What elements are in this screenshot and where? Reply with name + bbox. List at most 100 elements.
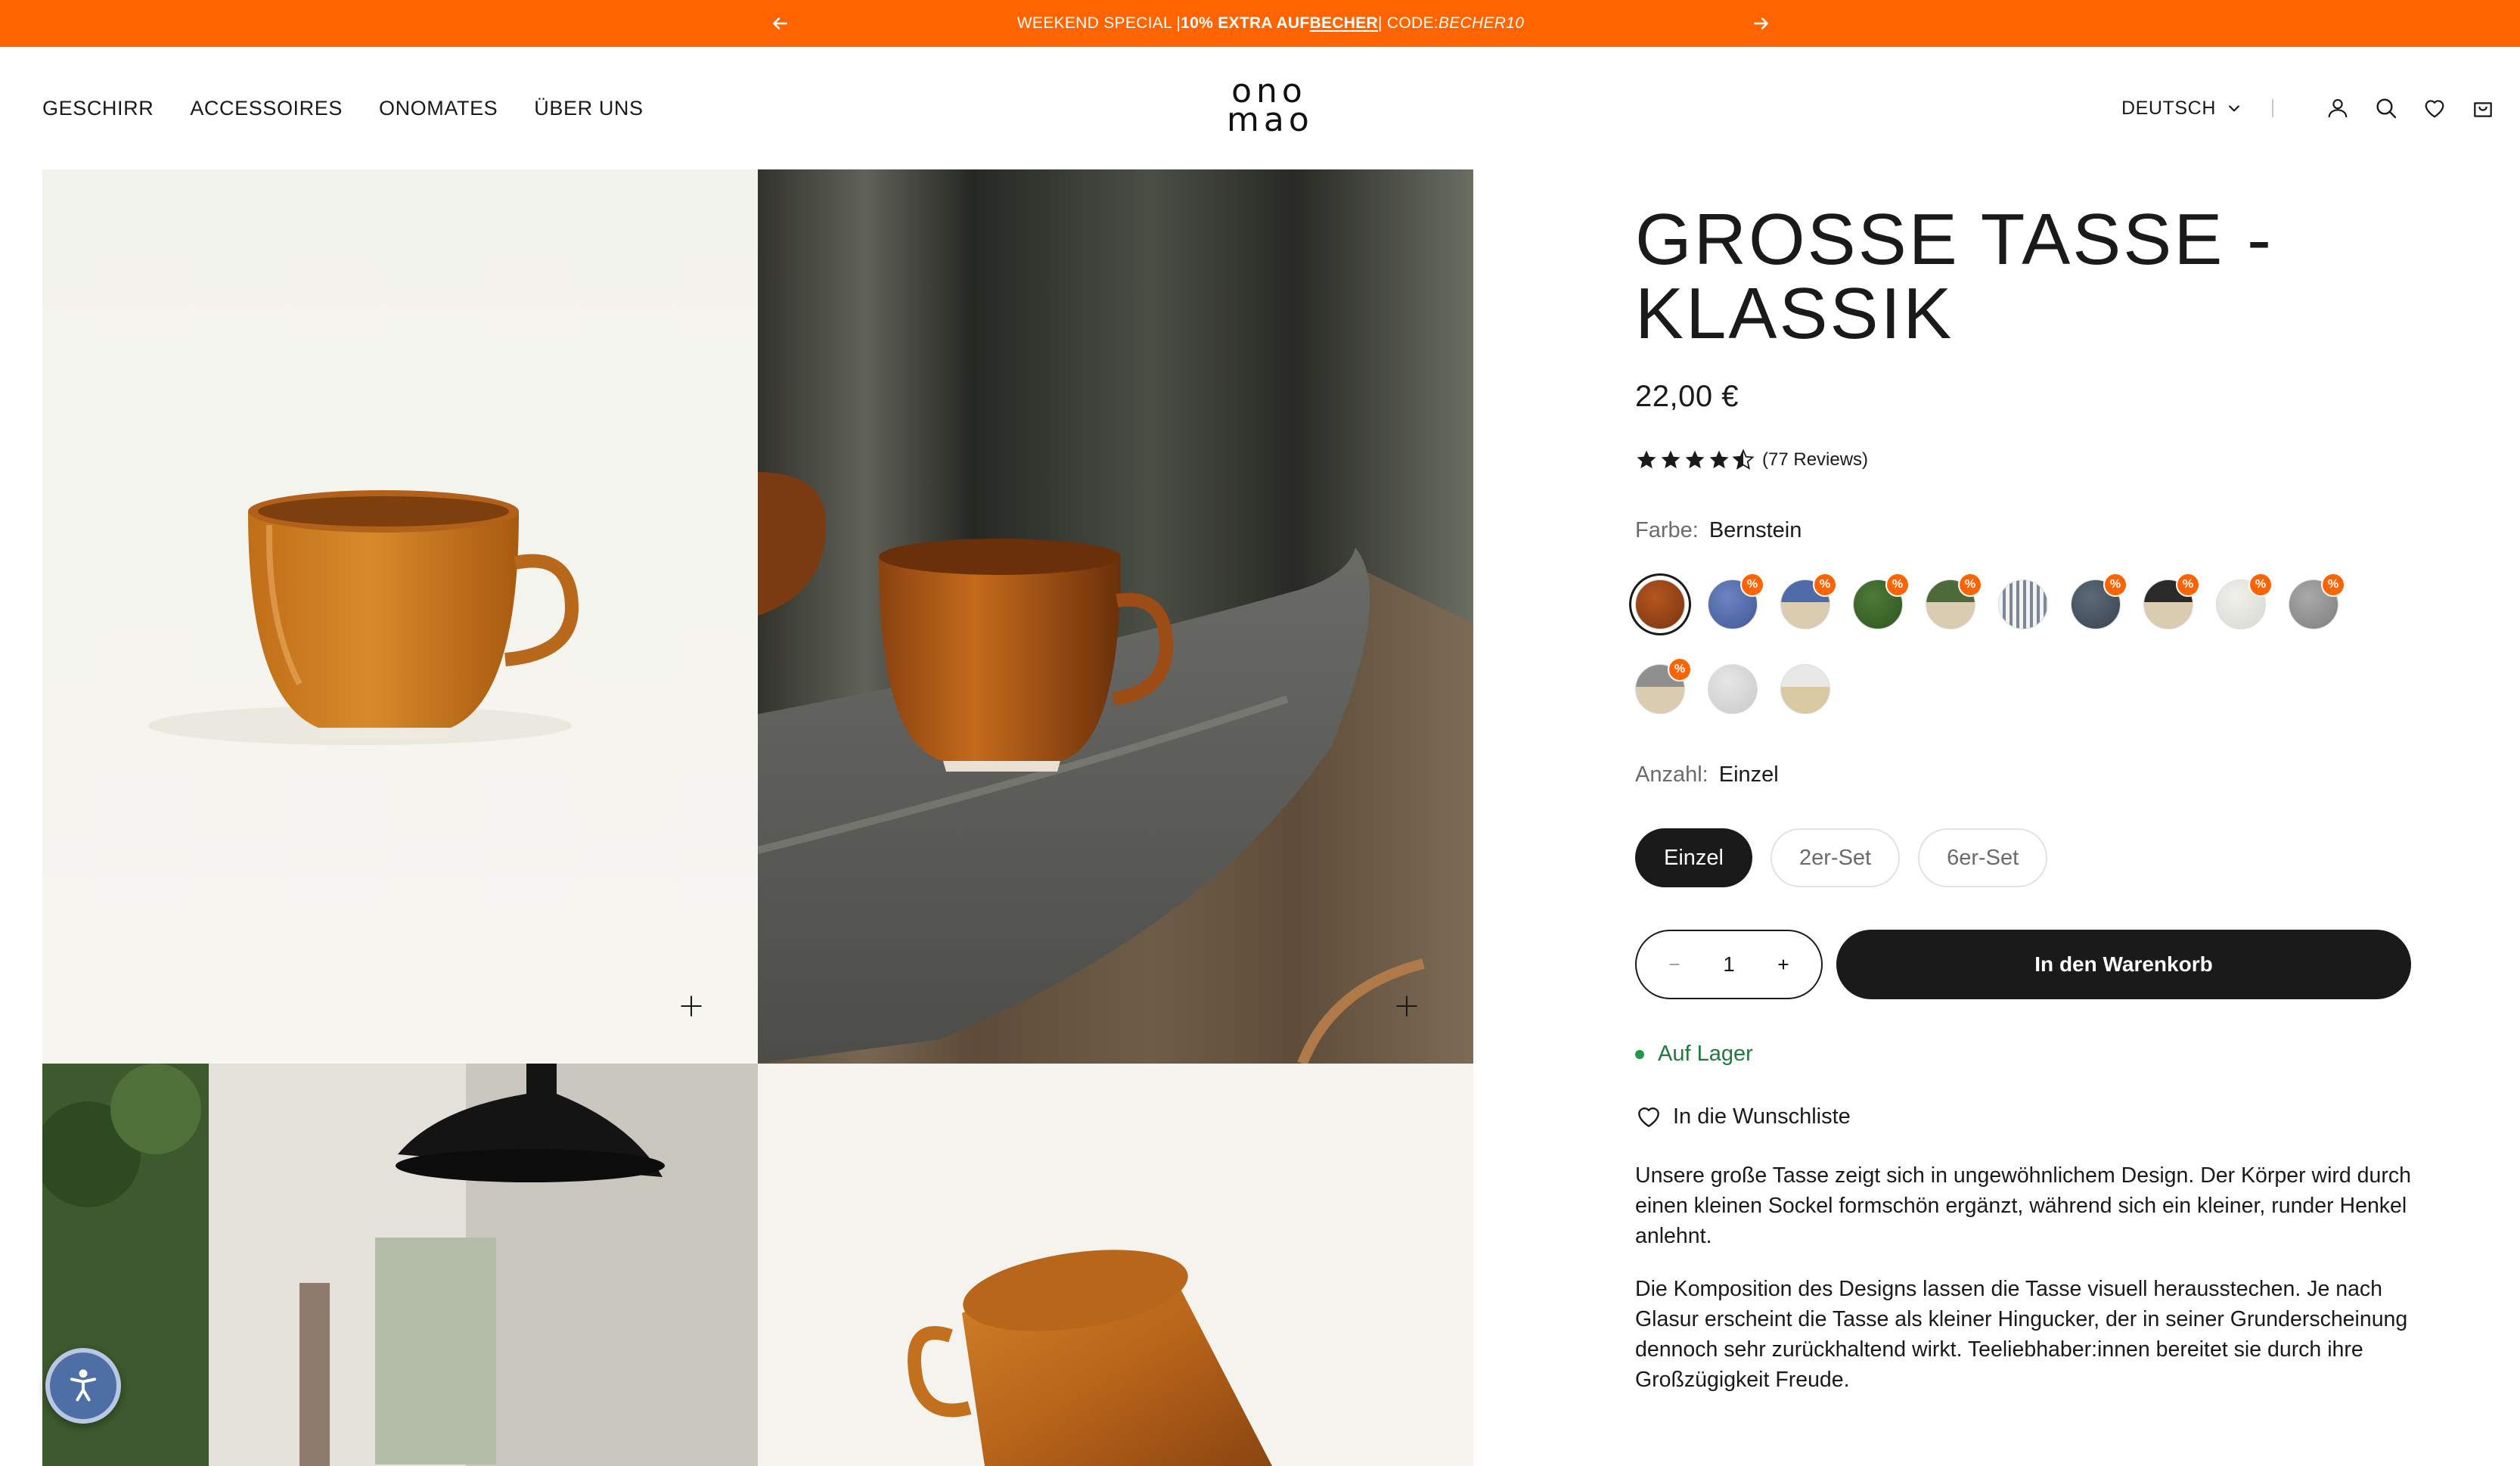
header-divider [2272,99,2273,117]
discount-badge: % [2103,573,2127,597]
zoom-plus-icon[interactable] [675,989,708,1023]
account-icon[interactable] [2325,95,2351,121]
nav-item-accessoires[interactable]: ACCESSOIRES [190,97,343,120]
lamp-scene-image [42,1064,758,1466]
description-paragraph-1: Unsere große Tasse zeigt sich in ungewöh… [1635,1163,2411,1248]
nav-item-ueber-uns[interactable]: ÜBER UNS [534,97,643,120]
announcement-message: WEEKEND SPECIAL | 10% EXTRA AUF BECHER |… [832,0,1709,47]
set-size-options: Einzel 2er-Set 6er-Set [1635,828,2422,887]
stock-label: Auf Lager [1658,1042,1753,1066]
discount-badge: % [1813,573,1837,597]
star-icon [1685,450,1705,469]
color-swatch[interactable] [1708,664,1758,714]
star-half-icon [1732,449,1755,470]
nav-item-onomates[interactable]: ONOMATES [379,97,498,120]
discount-badge: % [2321,573,2345,597]
description-paragraph-2: Die Komposition des Designs lassen die T… [1635,1277,2408,1392]
gallery-image-3[interactable] [42,1064,758,1466]
color-option-label: Farbe: Bernstein [1635,518,2422,543]
star-icon [1637,450,1656,469]
chevron-down-icon [2229,105,2239,112]
product-title: GROSSE TASSE - KLASSIK [1635,203,2422,351]
buy-row: In den Warenkorb [1635,930,2422,999]
logo-line2: mao [1227,101,1314,139]
wishlist-label: In die Wunschliste [1673,1104,1851,1129]
accessibility-person-icon [70,1369,97,1402]
announcement-code: BECHER10 [1438,14,1525,32]
star-icon [1709,450,1729,469]
product-description: Unsere große Tasse zeigt sich in ungewöh… [1635,1160,2414,1395]
language-selector[interactable]: DEUTSCH [2121,98,2242,120]
add-to-cart-button[interactable]: In den Warenkorb [1836,930,2411,999]
color-value: Bernstein [1708,518,1802,542]
site-header: GESCHIRR ACCESSOIRES ONOMATES ÜBER UNS o… [0,47,2520,169]
announcement-bold: 10% EXTRA AUF [1181,14,1310,32]
zoom-plus-icon[interactable] [1390,989,1423,1023]
cart-bag-icon[interactable] [2470,95,2496,121]
minus-icon[interactable] [1659,949,1690,980]
logo[interactable]: ono mao [1227,75,1314,139]
color-swatch[interactable]: % [1708,573,1764,629]
color-swatch[interactable] [1780,664,1830,714]
color-swatch[interactable]: % [2143,573,2200,629]
quantity-value: Einzel [1718,763,1779,787]
stock-dot-icon [1635,1049,1644,1059]
language-label: DEUTSCH [2121,97,2216,119]
discount-badge: % [1958,573,1982,597]
variant-button-2er-set[interactable]: 2er-Set [1771,828,1901,887]
variant-button-6er-set[interactable]: 6er-Set [1918,828,2048,887]
search-icon[interactable] [2373,95,2399,121]
announcement-prev-arrow-icon[interactable] [767,11,793,36]
announcement-middle: | CODE: [1378,14,1438,32]
announcement-bar: WEEKEND SPECIAL | 10% EXTRA AUF BECHER |… [0,0,2520,47]
product-gallery [42,169,1473,1466]
color-swatch[interactable]: % [2289,573,2345,629]
stock-status: Auf Lager [1635,1042,2422,1067]
quantity-option-label: Anzahl: Einzel [1635,763,2422,787]
discount-badge: % [2248,573,2273,597]
variant-button-einzel[interactable]: Einzel [1635,828,1752,887]
gallery-image-1[interactable] [42,169,758,1064]
color-swatch[interactable]: % [1926,573,1982,629]
announcement-next-arrow-icon[interactable] [1749,11,1774,36]
cup-white-background-image [42,169,758,1064]
quantity-label: Anzahl: [1635,763,1708,787]
color-swatch[interactable] [1998,579,2048,629]
discount-badge: % [1668,657,1692,682]
rating-stars [1635,449,1755,471]
color-swatch[interactable]: % [1635,657,1692,714]
main-nav: GESCHIRR ACCESSOIRES ONOMATES ÜBER UNS [42,47,644,169]
product-title-line2: KLASSIK [1635,273,1954,354]
heart-icon [1638,1107,1659,1127]
add-to-wishlist-link[interactable]: In die Wunschliste [1635,1103,2422,1130]
discount-badge: % [1885,573,1910,597]
star-icon [1661,450,1681,469]
color-swatch[interactable]: % [1780,573,1837,629]
discount-badge: % [2176,573,2200,597]
plus-icon[interactable] [1768,949,1798,980]
color-swatch[interactable]: % [2216,573,2273,629]
color-swatch[interactable]: % [2071,573,2127,629]
discount-badge: % [1740,573,1764,597]
announcement-prefix: WEEKEND SPECIAL | [1016,14,1181,32]
cup-on-table-image [758,169,1473,1064]
reviews-count-link[interactable]: (77 Reviews) [1762,449,1868,471]
accessibility-button[interactable] [45,1348,121,1424]
quantity-stepper [1635,930,1823,999]
product-price: 22,00 € [1635,380,1739,413]
wishlist-heart-icon[interactable] [2422,95,2447,121]
tilted-cup-image [758,1064,1473,1466]
color-swatch[interactable] [1635,579,1685,629]
nav-item-geschirr[interactable]: GESCHIRR [42,97,154,120]
color-swatch[interactable]: % [1853,573,1910,629]
product-rating: (77 Reviews) [1635,449,2422,471]
header-tools: DEUTSCH [2121,47,2496,169]
announcement-link[interactable]: BECHER [1310,14,1378,33]
color-label: Farbe: [1635,518,1699,542]
product-title-line1: GROSSE TASSE - [1635,199,2273,280]
quantity-input[interactable] [1706,952,1752,977]
gallery-image-4[interactable] [758,1064,1473,1466]
gallery-image-2[interactable] [758,169,1473,1064]
color-swatches: %%%%%%%%% [1635,573,2407,714]
product-info: GROSSE TASSE - KLASSIK 22,00 € (77 Revie… [1635,169,2422,1418]
